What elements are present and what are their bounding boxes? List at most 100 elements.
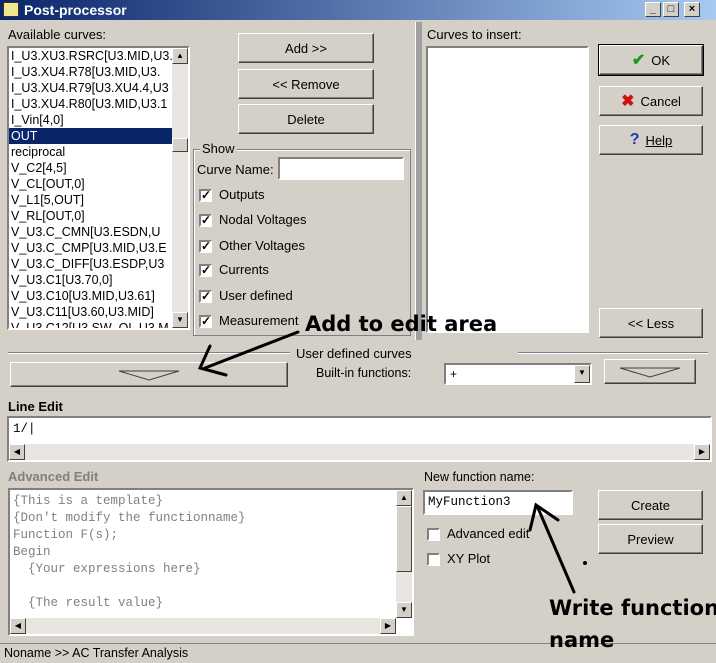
create-button[interactable]: Create — [598, 490, 703, 520]
maximize-button[interactable]: □ — [663, 2, 679, 17]
cancel-label: Cancel — [640, 93, 681, 109]
curve-list-item[interactable]: V_U3.C_CMN[U3.ESDN,U — [9, 224, 172, 240]
show-option-checkbox[interactable]: ✓ — [199, 189, 212, 202]
ok-label: OK — [651, 52, 671, 68]
add-curves-button[interactable]: Add >> — [238, 33, 374, 63]
advanced-edit-label: Advanced Edit — [8, 469, 99, 484]
dropdown-arrow-icon[interactable]: ▼ — [574, 365, 590, 383]
curves-to-insert-list[interactable] — [426, 46, 589, 333]
annotation-dot — [583, 561, 587, 565]
curve-list-item[interactable]: V_CL[OUT,0] — [9, 176, 172, 192]
show-option-checkbox[interactable]: ✓ — [199, 290, 212, 303]
code-line: Function F(s); — [13, 528, 119, 542]
question-icon: ? — [629, 131, 640, 148]
show-option-checkbox[interactable]: ✓ — [199, 264, 212, 277]
ok-button[interactable]: ✔ OK — [598, 44, 704, 76]
line-edit-area[interactable]: 1/| ◀ ▶ — [7, 416, 712, 462]
delete-button[interactable]: Delete — [238, 104, 374, 134]
builtin-functions-select[interactable]: + ▼ — [444, 363, 592, 385]
code-line: {Your expressions here} — [13, 562, 201, 576]
curve-list-item[interactable]: I_U3.XU4.R78[U3.MID,U3. — [9, 64, 172, 80]
code-line: {The result value} — [13, 596, 164, 610]
scroll-right-icon[interactable]: ▶ — [694, 444, 710, 460]
show-option-checkbox[interactable]: ✓ — [199, 240, 212, 253]
help-button[interactable]: ? Help — [599, 125, 703, 155]
minimize-button[interactable]: _ — [645, 2, 661, 17]
show-option-label: Nodal Voltages — [219, 212, 307, 227]
code-line: Begin — [13, 545, 51, 559]
code-line: {This is a template} — [13, 494, 164, 508]
separator-right — [518, 352, 708, 354]
arrow-up-icon — [528, 502, 576, 594]
curve-list-item[interactable]: V_U3.C_CMP[U3.MID,U3.E — [9, 240, 172, 256]
scroll-down-icon[interactable]: ▼ — [396, 602, 412, 618]
show-option-label: Outputs — [219, 187, 265, 202]
advanced-edit-vscrollbar[interactable]: ▲ ▼ — [396, 490, 412, 618]
code-line: {Don't modify the functionname} — [13, 511, 246, 525]
curve-list-item[interactable]: OUT — [9, 128, 172, 144]
curve-list-item[interactable]: V_L1[5,OUT] — [9, 192, 172, 208]
chevron-down-icon — [118, 370, 180, 381]
less-button[interactable]: << Less — [599, 308, 703, 338]
close-button[interactable]: × — [684, 2, 700, 17]
splitter[interactable] — [415, 22, 422, 340]
curve-name-label: Curve Name: — [197, 162, 274, 177]
show-option-label: User defined — [219, 288, 293, 303]
preview-button[interactable]: Preview — [598, 524, 703, 554]
help-label: Help — [645, 132, 673, 148]
curve-list-item[interactable]: I_U3.XU4.R80[U3.MID,U3.1 — [9, 96, 172, 112]
curve-list-item[interactable]: V_U3.C10[U3.MID,U3.61] — [9, 288, 172, 304]
scroll-up-icon[interactable]: ▲ — [396, 490, 412, 506]
curve-list-item[interactable]: I_U3.XU3.RSRC[U3.MID,U3. — [9, 48, 172, 64]
curve-list-item[interactable]: V_U3.C11[U3.60,U3.MID] — [9, 304, 172, 320]
user-defined-title: User defined curves — [296, 346, 412, 361]
scroll-left-icon[interactable]: ◀ — [9, 444, 25, 460]
scroll-thumb[interactable] — [396, 506, 412, 572]
scroll-down-icon[interactable]: ▼ — [172, 312, 188, 328]
annotation-add-to-edit: Add to edit area — [305, 312, 498, 336]
scroll-up-icon[interactable]: ▲ — [172, 48, 188, 64]
new-function-input[interactable]: MyFunction3 — [423, 490, 573, 515]
curve-list-item[interactable]: V_U3.C1[U3.70,0] — [9, 272, 172, 288]
show-option-label: Currents — [219, 262, 269, 277]
curve-list-item[interactable]: V_U3.C12[U3.SW_OL,U3.M — [9, 320, 172, 328]
curve-list-item[interactable]: V_U3.C_DIFF[U3.ESDP,U3 — [9, 256, 172, 272]
app-icon — [3, 2, 19, 17]
line-edit-hscrollbar[interactable]: ◀ ▶ — [9, 444, 710, 460]
available-curves-list[interactable]: I_U3.XU3.RSRC[U3.MID,U3. I_U3.XU4.R78[U3.… — [7, 46, 190, 330]
scroll-thumb[interactable] — [172, 138, 188, 152]
xy-plot-checkbox-label: XY Plot — [447, 551, 491, 566]
expand-down-button[interactable] — [10, 362, 288, 387]
advanced-edit-hscrollbar[interactable]: ◀ ▶ — [10, 618, 396, 634]
builtin-functions-value: + — [450, 367, 458, 381]
advanced-edit-checkbox-label: Advanced edit — [447, 526, 530, 541]
remove-curves-button[interactable]: << Remove — [238, 69, 374, 99]
title-bar[interactable]: Post-processor _ □ × — [0, 0, 716, 20]
available-curves-scrollbar[interactable]: ▲ ▼ — [172, 48, 188, 328]
xy-plot-checkbox[interactable] — [427, 553, 440, 566]
scroll-right-icon[interactable]: ▶ — [380, 618, 396, 634]
new-function-value: MyFunction3 — [428, 495, 511, 509]
cancel-button[interactable]: ✖ Cancel — [599, 86, 703, 116]
curve-list-item[interactable]: I_U3.XU4.R79[U3.XU4.4,U3 — [9, 80, 172, 96]
curve-list-item[interactable]: I_Vin[4,0] — [9, 112, 172, 128]
scroll-left-icon[interactable]: ◀ — [10, 618, 26, 634]
curve-list-item[interactable]: V_RL[OUT,0] — [9, 208, 172, 224]
check-icon: ✔ — [631, 52, 646, 69]
curve-list-item[interactable]: reciprocal — [9, 144, 172, 160]
curve-list-item[interactable]: V_C2[4,5] — [9, 160, 172, 176]
show-option-label: Other Voltages — [219, 238, 305, 253]
show-option-checkbox[interactable]: ✓ — [199, 214, 212, 227]
builtin-functions-label: Built-in functions: — [316, 366, 412, 380]
expand-down-button-right[interactable] — [604, 359, 696, 384]
advanced-edit-checkbox[interactable] — [427, 528, 440, 541]
line-edit-text: 1/| — [13, 422, 36, 436]
status-text: Noname >> AC Transfer Analysis — [4, 646, 189, 660]
window-title: Post-processor — [24, 2, 127, 18]
curve-name-input[interactable] — [278, 157, 404, 180]
advanced-edit-area[interactable]: {This is a template} {Don't modify the fu… — [8, 488, 414, 636]
show-option-checkbox[interactable]: ✓ — [199, 315, 212, 328]
available-curves-label: Available curves: — [8, 27, 107, 42]
line-edit-label: Line Edit — [8, 399, 63, 414]
